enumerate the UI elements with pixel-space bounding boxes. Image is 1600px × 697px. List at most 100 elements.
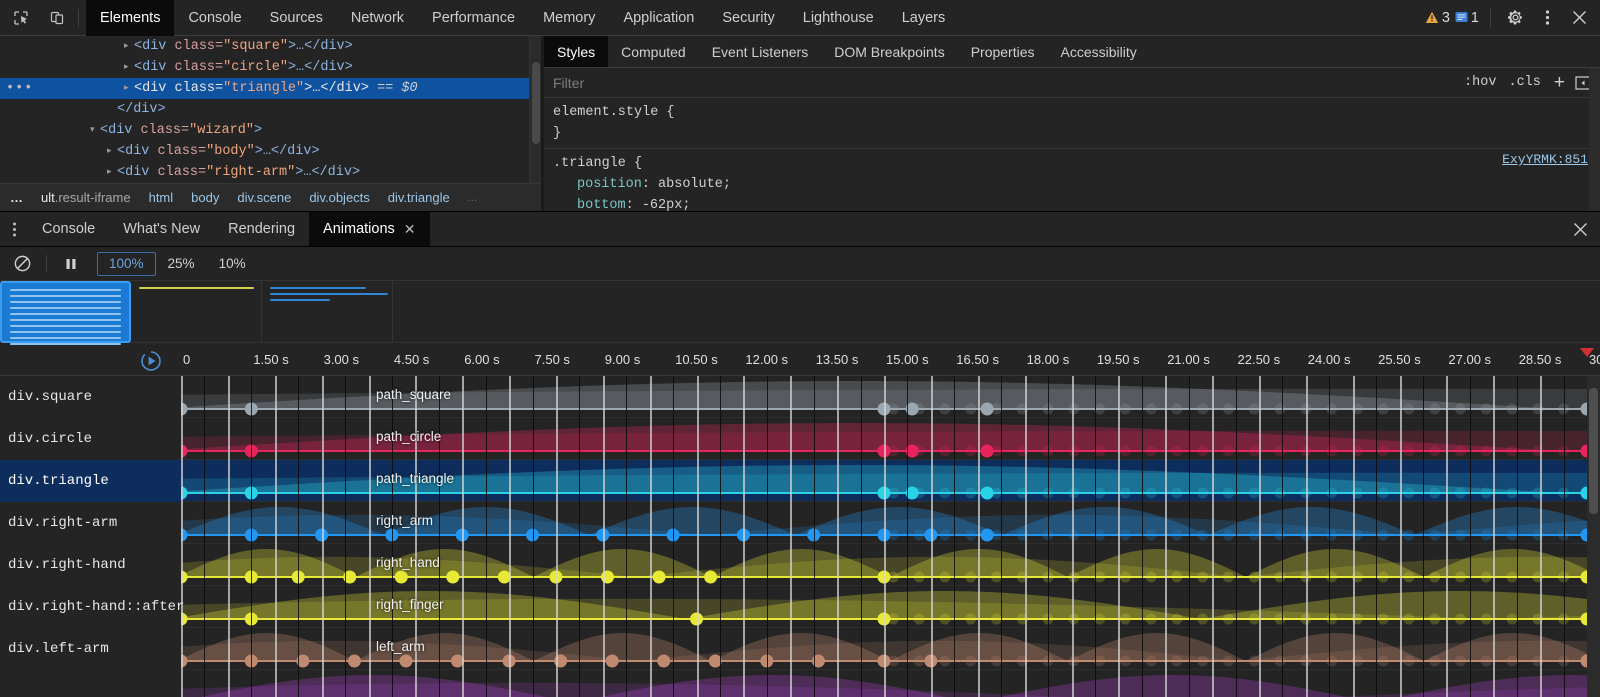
- timeline-row-selector[interactable]: div.triangle: [8, 460, 109, 502]
- dom-disclosure-triangle[interactable]: ▸: [107, 141, 117, 162]
- main-tab-network[interactable]: Network: [337, 0, 418, 36]
- timeline-row-track[interactable]: path_triangle: [181, 460, 1600, 502]
- drawer-tab-rendering[interactable]: Rendering: [214, 212, 309, 246]
- timeline-row-track[interactable]: left_arm: [181, 628, 1600, 670]
- main-tab-performance[interactable]: Performance: [418, 0, 529, 36]
- css-property-value[interactable]: -62px;: [642, 198, 691, 211]
- css-property-value[interactable]: absolute;: [658, 177, 731, 192]
- dom-tree[interactable]: ▸<div class="square">…</div>▸<div class=…: [0, 36, 541, 183]
- timeline-row-track[interactable]: right_arm: [181, 502, 1600, 544]
- dom-disclosure-triangle[interactable]: ▸: [124, 36, 134, 57]
- styles-tab-event-listeners[interactable]: Event Listeners: [699, 36, 822, 67]
- animation-preview-card[interactable]: [0, 281, 131, 343]
- styles-filter-input[interactable]: [544, 75, 1458, 91]
- drawer-tab-console[interactable]: Console: [28, 212, 109, 246]
- dom-disclosure-triangle[interactable]: ▸: [124, 57, 134, 78]
- dom-tree-row[interactable]: ▸<div class="circle">…</div>: [0, 57, 541, 78]
- cls-toggle[interactable]: .cls: [1502, 75, 1546, 90]
- dom-disclosure-triangle[interactable]: ▸: [107, 162, 117, 183]
- dom-tree-row[interactable]: ▸<div class="square">…</div>: [0, 36, 541, 57]
- timeline-row-selector[interactable]: div.circle: [8, 418, 92, 460]
- inspect-element-icon[interactable]: [6, 4, 36, 32]
- kebab-menu-icon[interactable]: [1532, 4, 1562, 32]
- dom-tree-row[interactable]: ▾<div class="wizard">: [0, 120, 541, 141]
- drawer-close-icon[interactable]: [1560, 212, 1600, 246]
- message-count-group[interactable]: 1: [1455, 10, 1479, 26]
- css-rule[interactable]: .triangle {ExyYRMK:851 position: absolute…: [544, 148, 1600, 211]
- drawer-tab-animations[interactable]: Animations✕: [309, 212, 429, 246]
- playback-speed-10[interactable]: 10%: [207, 252, 258, 276]
- timeline-row[interactable]: div.circle path_circle: [0, 418, 1600, 460]
- drawer-tab-close-icon[interactable]: ✕: [404, 221, 416, 238]
- close-icon[interactable]: [1564, 4, 1594, 32]
- drawer-tab-what-s-new[interactable]: What's New: [109, 212, 214, 246]
- dom-tree-row[interactable]: ▸<div class="body">…</div>: [0, 141, 541, 162]
- breadcrumb-item[interactable]: ult.result-iframe: [32, 190, 140, 205]
- dom-tree-row[interactable]: </div>: [0, 99, 541, 120]
- breadcrumb-item[interactable]: div.triangle: [379, 190, 459, 205]
- gear-icon[interactable]: [1500, 4, 1530, 32]
- breadcrumb-item[interactable]: div.objects: [300, 190, 378, 205]
- timeline-scrollbar[interactable]: [1587, 376, 1600, 697]
- new-style-rule-button[interactable]: +: [1547, 73, 1572, 92]
- timeline-row-track[interactable]: right_finger: [181, 586, 1600, 628]
- timeline-row-selector[interactable]: div.right-hand::after: [8, 586, 184, 628]
- main-tab-lighthouse[interactable]: Lighthouse: [789, 0, 888, 36]
- timeline-row-track[interactable]: path_circle: [181, 418, 1600, 460]
- styles-tab-accessibility[interactable]: Accessibility: [1048, 36, 1150, 67]
- timeline-scrollbar-thumb[interactable]: [1589, 388, 1598, 514]
- timeline-row-selector[interactable]: div.right-hand: [8, 544, 126, 586]
- css-property-name[interactable]: bottom: [553, 198, 626, 211]
- timeline-row[interactable]: div.square path_square: [0, 376, 1600, 418]
- timeline-row[interactable]: div.left-arm left_arm: [0, 628, 1600, 670]
- dom-disclosure-triangle[interactable]: ▸: [124, 78, 134, 99]
- dom-tree-scrollbar-thumb[interactable]: [532, 62, 540, 144]
- timeline-row-selector[interactable]: div.left-arm: [8, 628, 109, 670]
- playback-speed-100[interactable]: 100%: [97, 252, 156, 276]
- styles-tab-dom-breakpoints[interactable]: DOM Breakpoints: [821, 36, 957, 67]
- timeline-row-selector[interactable]: div.right-arm: [8, 502, 117, 544]
- dom-tree-row[interactable]: •••▸<div class="triangle">…</div> == $0: [0, 78, 541, 99]
- timeline-row-track[interactable]: [181, 670, 1600, 697]
- animation-preview-card[interactable]: [262, 281, 393, 343]
- timeline-row[interactable]: div.triangle path_triangle: [0, 460, 1600, 502]
- dom-disclosure-triangle[interactable]: ▾: [90, 120, 100, 141]
- clear-all-icon[interactable]: [8, 251, 36, 277]
- breadcrumb-item[interactable]: html: [140, 190, 183, 205]
- animation-preview-card[interactable]: [131, 281, 262, 343]
- styles-tab-styles[interactable]: Styles: [544, 36, 608, 67]
- dom-tree-scrollbar[interactable]: [529, 36, 541, 183]
- css-selector[interactable]: element.style {: [553, 102, 1600, 123]
- css-declaration[interactable]: position: absolute;: [553, 174, 1600, 195]
- breadcrumb-item[interactable]: div.scene: [228, 190, 300, 205]
- main-tab-elements[interactable]: Elements: [86, 0, 174, 36]
- timeline-row-track[interactable]: path_square: [181, 376, 1600, 418]
- playback-speed-25[interactable]: 25%: [156, 252, 207, 276]
- main-tab-layers[interactable]: Layers: [888, 0, 960, 36]
- pause-icon[interactable]: [57, 251, 85, 277]
- hov-toggle[interactable]: :hov: [1458, 75, 1502, 90]
- styles-tab-properties[interactable]: Properties: [958, 36, 1048, 67]
- timeline-row[interactable]: div.right-arm right_arm: [0, 502, 1600, 544]
- warning-count-group[interactable]: 3: [1425, 10, 1450, 26]
- replay-icon[interactable]: [140, 350, 162, 372]
- css-rule[interactable]: element.style {}: [544, 102, 1600, 144]
- main-tab-sources[interactable]: Sources: [256, 0, 337, 36]
- timeline-row[interactable]: div.right-hand::afterright_finger: [0, 586, 1600, 628]
- timeline-row[interactable]: [0, 670, 1600, 697]
- breadcrumb-overflow[interactable]: …: [0, 190, 32, 205]
- breadcrumb-item[interactable]: body: [182, 190, 228, 205]
- css-source-link[interactable]: ExyYRMK:851: [1502, 149, 1588, 170]
- timeline-row-selector[interactable]: div.square: [8, 376, 92, 418]
- styles-tab-computed[interactable]: Computed: [608, 36, 699, 67]
- css-property-name[interactable]: position: [553, 177, 642, 192]
- drawer-kebab-menu-icon[interactable]: [0, 212, 28, 246]
- timeline-row-track[interactable]: right_hand: [181, 544, 1600, 586]
- timeline-ruler[interactable]: 01.50 s3.00 s4.50 s6.00 s7.50 s9.00 s10.…: [0, 346, 1600, 376]
- main-tab-console[interactable]: Console: [174, 0, 255, 36]
- styles-scrollbar[interactable]: [1589, 68, 1600, 211]
- timeline-row[interactable]: div.right-hand right_hand: [0, 544, 1600, 586]
- dom-tree-row[interactable]: ▸<div class="right-arm">…</div>: [0, 162, 541, 183]
- device-toolbar-icon[interactable]: [42, 4, 72, 32]
- css-selector[interactable]: .triangle {: [553, 153, 1600, 174]
